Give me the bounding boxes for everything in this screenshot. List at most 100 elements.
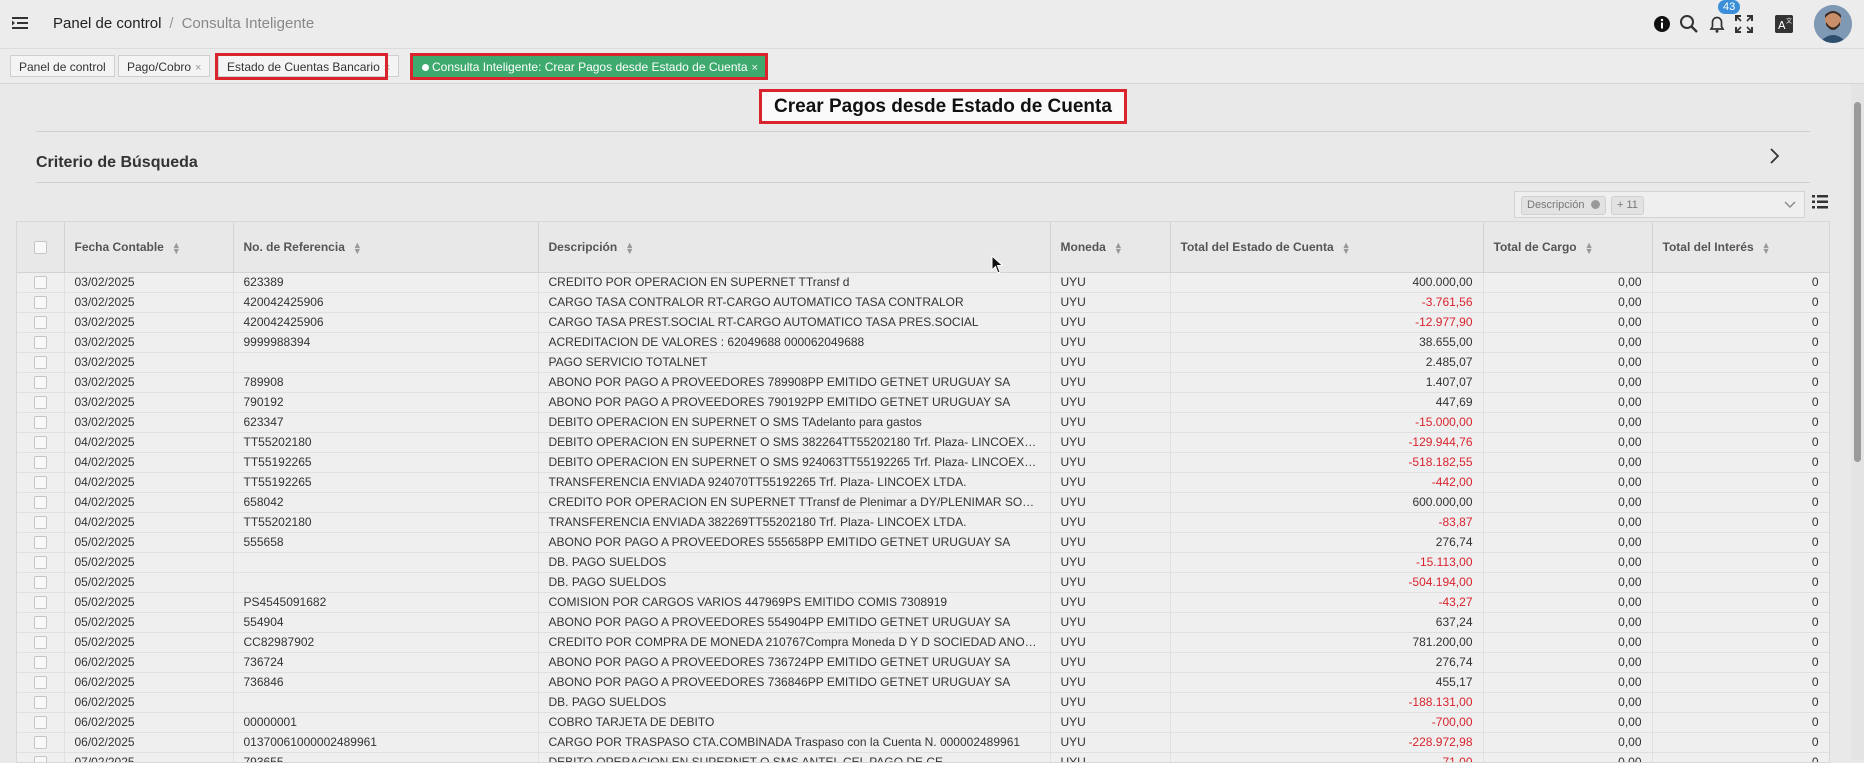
close-icon[interactable]: × (384, 62, 390, 74)
row-checkbox[interactable] (34, 436, 47, 449)
row-select-cell[interactable] (17, 393, 64, 413)
table-row[interactable]: 05/02/2025DB. PAGO SUELDOSUYU-15.113,000… (17, 553, 1829, 573)
row-checkbox[interactable] (34, 496, 47, 509)
row-select-cell[interactable] (17, 653, 64, 673)
table-row[interactable]: 03/02/2025790192ABONO POR PAGO A PROVEED… (17, 393, 1829, 413)
row-checkbox[interactable] (34, 336, 47, 349)
col-header-fecha-contable[interactable]: Fecha Contable▲▼ (64, 222, 233, 273)
row-select-cell[interactable] (17, 553, 64, 573)
row-select-cell[interactable] (17, 413, 64, 433)
col-header-moneda[interactable]: Moneda▲▼ (1050, 222, 1170, 273)
table-row[interactable]: 04/02/2025TT55202180TRANSFERENCIA ENVIAD… (17, 513, 1829, 533)
row-checkbox[interactable] (34, 296, 47, 309)
row-select-cell[interactable] (17, 473, 64, 493)
tab-estado-de-cuentas-bancario[interactable]: Estado de Cuentas Bancario× (218, 55, 399, 77)
table-row[interactable]: 05/02/2025PS4545091682COMISION POR CARGO… (17, 593, 1829, 613)
row-select-cell[interactable] (17, 493, 64, 513)
translate-icon[interactable]: A 文 (1774, 14, 1794, 34)
chevron-right-icon[interactable] (1765, 146, 1783, 166)
breadcrumb-root[interactable]: Panel de control (53, 15, 161, 32)
row-select-cell[interactable] (17, 313, 64, 333)
row-checkbox[interactable] (34, 316, 47, 329)
table-row[interactable]: 03/02/2025789908ABONO POR PAGO A PROVEED… (17, 373, 1829, 393)
row-checkbox[interactable] (34, 276, 47, 289)
row-select-cell[interactable] (17, 713, 64, 733)
row-select-cell[interactable] (17, 453, 64, 473)
table-row[interactable]: 06/02/2025736724ABONO POR PAGO A PROVEED… (17, 653, 1829, 673)
fullscreen-icon[interactable] (1734, 14, 1754, 34)
vertical-scrollbar[interactable] (1851, 84, 1864, 760)
row-select-cell[interactable] (17, 533, 64, 553)
row-select-cell[interactable] (17, 593, 64, 613)
row-checkbox[interactable] (34, 516, 47, 529)
list-view-icon[interactable] (1811, 193, 1829, 211)
table-row[interactable]: 03/02/2025623347DEBITO OPERACION EN SUPE… (17, 413, 1829, 433)
row-select-cell[interactable] (17, 373, 64, 393)
tab-panel-de-control[interactable]: Panel de control (10, 55, 115, 77)
search-icon[interactable] (1679, 14, 1699, 34)
table-row[interactable]: 03/02/2025623389CREDITO POR OPERACION EN… (17, 273, 1829, 293)
row-checkbox[interactable] (34, 696, 47, 709)
col-header-total-estado-cuenta[interactable]: Total del Estado de Cuenta▲▼ (1170, 222, 1483, 273)
row-checkbox[interactable] (34, 416, 47, 429)
table-row[interactable]: 06/02/202500000001COBRO TARJETA DE DEBIT… (17, 713, 1829, 733)
tab-consulta-inteligente[interactable]: Consulta Inteligente: Crear Pagos desde … (413, 55, 767, 77)
row-select-cell[interactable] (17, 433, 64, 453)
bell-icon[interactable] (1707, 14, 1727, 34)
chevron-down-icon[interactable] (1784, 201, 1796, 209)
select-all-checkbox[interactable] (34, 241, 47, 254)
table-row[interactable]: 07/02/2025793655DEBITO OPERACION EN SUPE… (17, 753, 1829, 763)
row-checkbox[interactable] (34, 356, 47, 369)
table-row[interactable]: 05/02/2025CC82987902CREDITO POR COMPRA D… (17, 633, 1829, 653)
select-all-header[interactable] (17, 222, 64, 273)
row-checkbox[interactable] (34, 556, 47, 569)
table-row[interactable]: 03/02/2025PAGO SERVICIO TOTALNETUYU2.485… (17, 353, 1829, 373)
col-header-no-referencia[interactable]: No. de Referencia▲▼ (233, 222, 538, 273)
row-select-cell[interactable] (17, 613, 64, 633)
row-checkbox[interactable] (34, 376, 47, 389)
scrollbar-thumb[interactable] (1854, 102, 1861, 462)
table-row[interactable]: 05/02/2025DB. PAGO SUELDOSUYU-504.194,00… (17, 573, 1829, 593)
row-checkbox[interactable] (34, 396, 47, 409)
row-checkbox[interactable] (34, 736, 47, 749)
table-row[interactable]: 06/02/202501370061000002489961CARGO POR … (17, 733, 1829, 753)
row-checkbox[interactable] (34, 476, 47, 489)
row-checkbox[interactable] (34, 616, 47, 629)
row-checkbox[interactable] (34, 636, 47, 649)
row-checkbox[interactable] (34, 576, 47, 589)
table-row[interactable]: 05/02/2025555658ABONO POR PAGO A PROVEED… (17, 533, 1829, 553)
table-row[interactable]: 06/02/2025DB. PAGO SUELDOSUYU-188.131,00… (17, 693, 1829, 713)
table-row[interactable]: 04/02/2025TT55202180DEBITO OPERACION EN … (17, 433, 1829, 453)
row-select-cell[interactable] (17, 733, 64, 753)
table-row[interactable]: 04/02/2025TT55192265TRANSFERENCIA ENVIAD… (17, 473, 1829, 493)
table-row[interactable]: 05/02/2025554904ABONO POR PAGO A PROVEED… (17, 613, 1829, 633)
row-select-cell[interactable] (17, 573, 64, 593)
row-select-cell[interactable] (17, 513, 64, 533)
table-row[interactable]: 03/02/2025420042425906CARGO TASA PREST.S… (17, 313, 1829, 333)
info-icon[interactable] (1652, 14, 1672, 34)
row-select-cell[interactable] (17, 293, 64, 313)
menu-icon[interactable] (11, 14, 29, 32)
row-checkbox[interactable] (34, 536, 47, 549)
row-select-cell[interactable] (17, 673, 64, 693)
remove-chip-icon[interactable] (1591, 200, 1600, 209)
col-header-descripcion[interactable]: Descripción▲▼ (538, 222, 1050, 273)
row-checkbox[interactable] (34, 676, 47, 689)
col-header-total-cargo[interactable]: Total de Cargo▲▼ (1483, 222, 1652, 273)
column-filter-select[interactable]: Descripción + 11 (1514, 191, 1805, 218)
close-icon[interactable]: × (195, 62, 201, 74)
close-icon[interactable]: × (752, 62, 758, 74)
row-checkbox[interactable] (34, 456, 47, 469)
table-row[interactable]: 04/02/2025658042CREDITO POR OPERACION EN… (17, 493, 1829, 513)
row-select-cell[interactable] (17, 353, 64, 373)
filter-chip[interactable]: Descripción (1521, 196, 1606, 215)
row-select-cell[interactable] (17, 633, 64, 653)
row-select-cell[interactable] (17, 693, 64, 713)
user-avatar[interactable] (1814, 5, 1852, 43)
col-header-total-interes[interactable]: Total del Interés▲▼ (1652, 222, 1829, 273)
row-checkbox[interactable] (34, 716, 47, 729)
row-select-cell[interactable] (17, 333, 64, 353)
table-row[interactable]: 03/02/2025420042425906CARGO TASA CONTRAL… (17, 293, 1829, 313)
row-select-cell[interactable] (17, 753, 64, 763)
row-select-cell[interactable] (17, 273, 64, 293)
